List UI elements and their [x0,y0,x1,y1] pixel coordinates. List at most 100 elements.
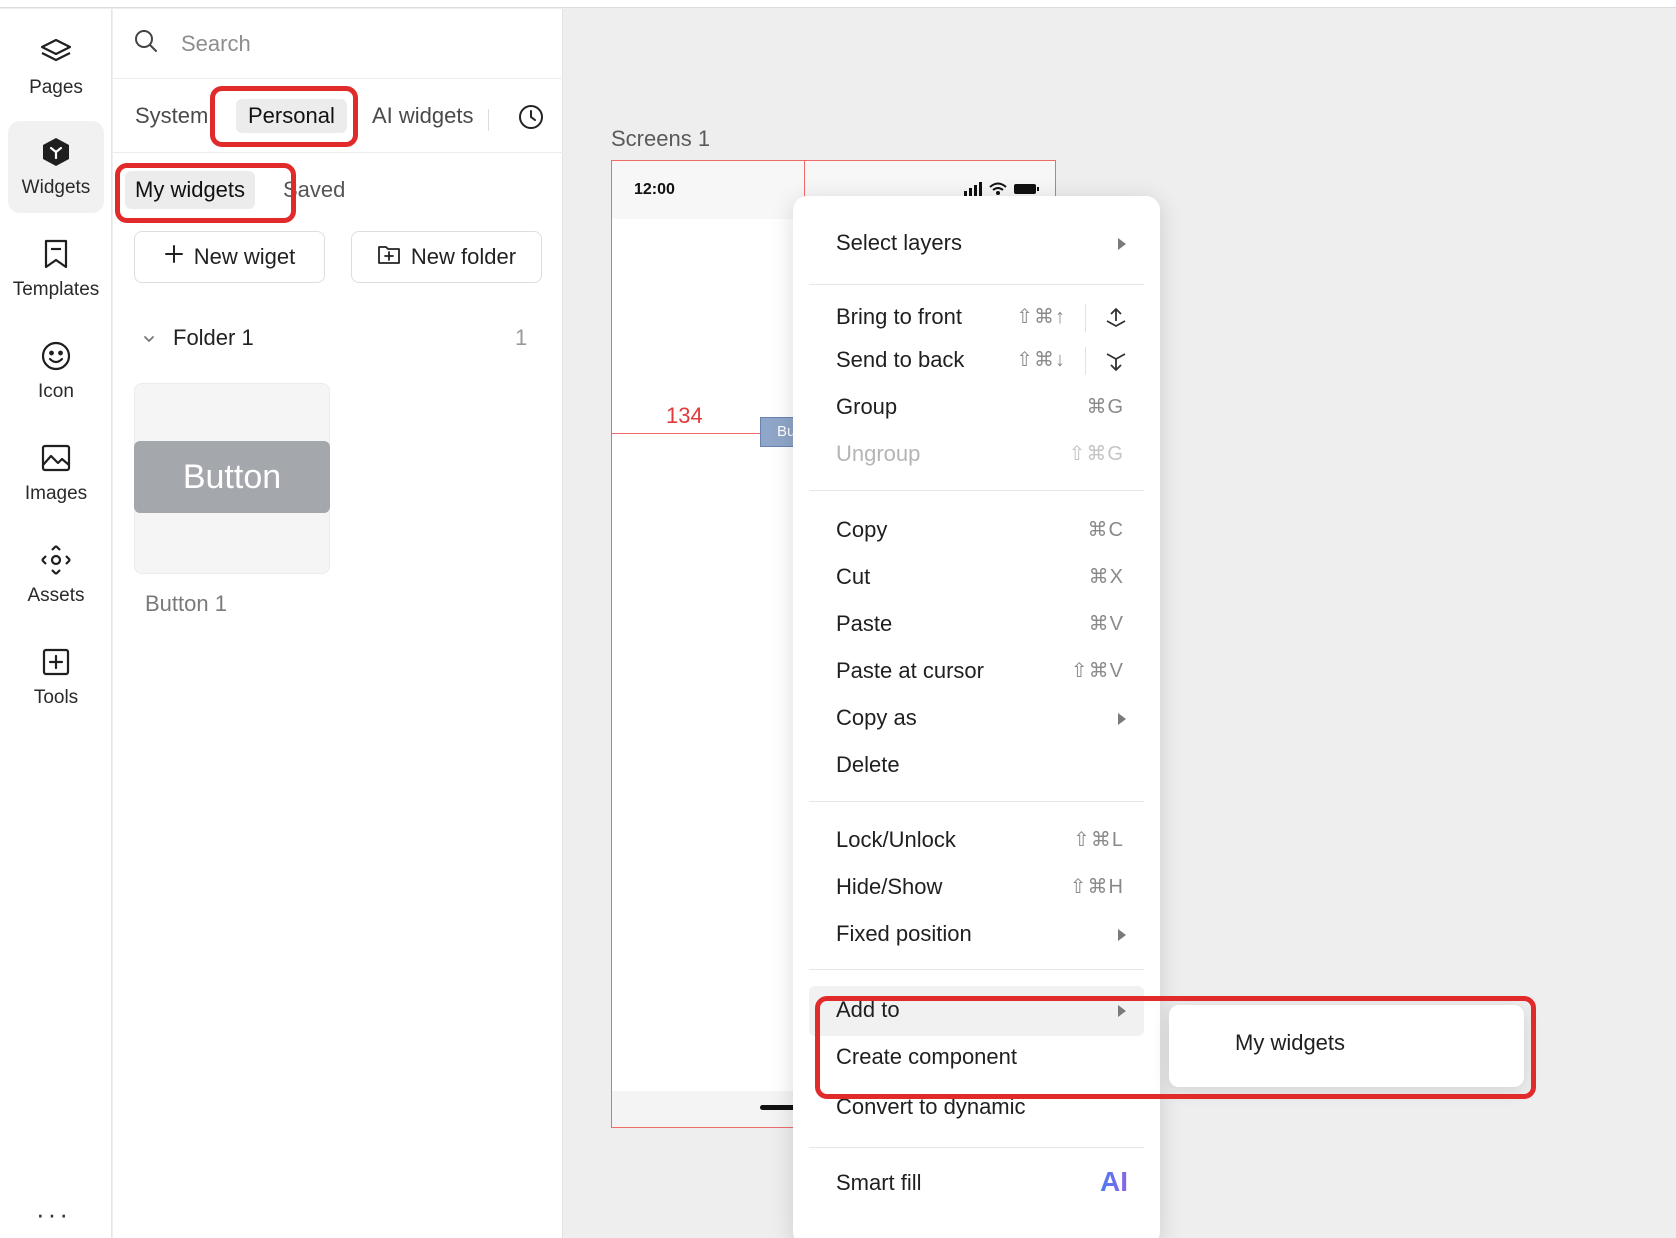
layers-icon [39,35,73,69]
subtab-my-widgets[interactable]: My widgets [125,171,256,209]
menu-shortcut: ⇧⌘G [1068,443,1124,465]
menu-item-copy[interactable]: Copy ⌘C [793,509,1160,553]
left-rail: Pages Widgets Templates Icon Images Asse… [0,9,112,1238]
bookmark-icon [39,237,73,271]
folder-name: Folder 1 [173,325,254,350]
frame-title[interactable]: Screens 1 [611,126,710,152]
folder-count: 1 [515,325,528,350]
menu-item-paste-at-cursor[interactable]: Paste at cursor ⇧⌘V [793,650,1160,694]
menu-item-convert-to-dynamic[interactable]: Convert to dynamic [793,1086,1160,1130]
widget-caption: Button 1 [145,591,227,616]
menu-item-label: Lock/Unlock [836,827,956,852]
more-options-icon[interactable]: ··· [36,1201,71,1227]
send-backward-icon[interactable] [1104,349,1128,373]
menu-inline-divider [1085,347,1086,375]
menu-item-label: Copy as [836,705,917,730]
menu-item-create-component[interactable]: Create component [793,1036,1160,1080]
menu-item-group[interactable]: Group ⌘G [793,386,1160,430]
menu-item-label: Select layers [836,230,962,255]
menu-item-label: Group [836,394,898,419]
new-widget-button[interactable]: New wiget [134,231,325,283]
menu-item-label: Cut [836,564,871,589]
menu-item-label: Send to back [836,347,965,372]
bring-forward-icon[interactable] [1104,306,1128,330]
submenu-arrow-icon [1118,238,1126,250]
menu-item-delete[interactable]: Delete [793,744,1160,788]
menu-item-label: Delete [836,752,900,777]
tab-system[interactable]: System [135,99,208,133]
search-input[interactable]: Search [181,31,251,57]
folder-plus-icon [377,243,401,271]
rail-item-templates[interactable]: Templates [8,223,104,315]
rail-item-assets[interactable]: Assets [8,529,104,621]
menu-shortcut: ⇧⌘H [1069,876,1124,898]
new-folder-button[interactable]: New folder [351,231,542,283]
menu-item-label: Copy [836,517,888,542]
new-widget-label: New wiget [193,244,296,269]
chevron-down-icon[interactable] [139,329,159,349]
rail-item-tools[interactable]: Tools [8,631,104,723]
menu-item-label: Paste [836,611,893,636]
guide-line-horizontal [612,433,762,434]
rail-label: Images [24,483,88,504]
menu-shortcut: ⇧⌘L [1073,829,1124,851]
rail-label: Icon [38,381,74,402]
distance-label: 134 [666,403,703,428]
panel-tabs: System Personal AI widgets [113,79,563,153]
menu-item-label: Convert to dynamic [836,1094,1026,1119]
plus-icon [164,244,184,270]
menu-shortcut: ⌘X [1088,566,1124,588]
widget-card[interactable]: Button [134,383,330,574]
menu-item-label: Create component [836,1044,1017,1069]
submenu-arrow-icon [1118,1005,1126,1017]
rail-item-images[interactable]: Images [8,427,104,519]
history-clock-icon[interactable] [517,103,545,131]
menu-item-select-layers[interactable]: Select layers [793,222,1160,266]
tab-personal[interactable]: Personal [236,99,347,133]
menu-item-lock-unlock[interactable]: Lock/Unlock ⇧⌘L [793,819,1160,863]
menu-divider [809,1147,1144,1148]
submenu-arrow-icon [1118,713,1126,725]
submenu-item-my-widgets[interactable]: My widgets [1235,1030,1345,1056]
folder-row[interactable]: Folder 1 1 [113,319,563,359]
rail-item-widgets[interactable]: Widgets [8,121,104,213]
tab-ai-widgets[interactable]: AI widgets [372,99,474,133]
menu-item-smart-fill[interactable]: Smart fill AI [793,1162,1160,1206]
widget-cube-icon [39,135,73,169]
menu-item-label: Fixed position [836,921,972,946]
menu-item-send-to-back[interactable]: Send to back ⇧⌘↓ [793,339,1160,383]
status-icons [964,181,1044,197]
menu-item-fixed-position[interactable]: Fixed position [793,913,1160,957]
menu-item-label: Smart fill [836,1170,922,1195]
search-bar[interactable]: Search [113,9,563,79]
top-bar [0,0,1676,8]
menu-item-paste[interactable]: Paste ⌘V [793,603,1160,647]
subtab-saved[interactable]: Saved [283,171,345,209]
menu-shortcut: ⌘V [1088,613,1124,635]
assets-diamond-icon [39,543,73,577]
menu-item-copy-as[interactable]: Copy as [793,697,1160,741]
rail-label: Tools [33,687,79,708]
menu-item-label: Hide/Show [836,874,943,899]
rail-item-pages[interactable]: Pages [8,21,104,113]
menu-item-cut[interactable]: Cut ⌘X [793,556,1160,600]
rail-label: Assets [27,585,85,606]
menu-item-label: Add to [836,997,900,1022]
menu-item-hide-show[interactable]: Hide/Show ⇧⌘H [793,866,1160,910]
menu-shortcut: ⌘G [1086,396,1124,418]
menu-item-bring-to-front[interactable]: Bring to front ⇧⌘↑ [793,296,1160,340]
menu-shortcut: ⇧⌘V [1070,660,1124,682]
submenu-arrow-icon [1118,929,1126,941]
menu-divider [809,284,1144,285]
widget-preview-button: Button [134,441,330,513]
add-to-submenu: My widgets [1169,1005,1524,1087]
menu-item-add-to[interactable]: Add to [809,986,1144,1036]
menu-item-label: Bring to front [836,304,962,329]
rail-item-icon[interactable]: Icon [8,325,104,417]
menu-inline-divider [1085,304,1086,332]
menu-item-label: Paste at cursor [836,658,984,683]
rail-label: Pages [29,77,83,98]
menu-divider [809,490,1144,491]
menu-item-ungroup: Ungroup ⇧⌘G [793,433,1160,477]
menu-shortcut: ⇧⌘↓ [1016,349,1066,371]
